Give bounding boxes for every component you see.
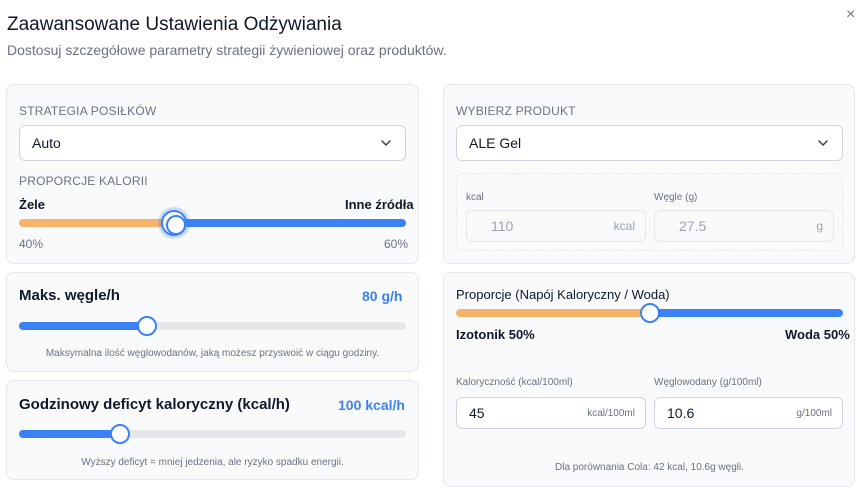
strategy-select[interactable]: Auto bbox=[19, 125, 406, 161]
close-icon[interactable]: × bbox=[846, 6, 855, 24]
max-carbs-label: Maks. węgle/h bbox=[19, 287, 120, 304]
product-carbs-label: Węgle (g) bbox=[654, 192, 698, 203]
calorie-density-unit: kcal/100ml bbox=[587, 407, 635, 419]
strategy-label: Strategia posiłków bbox=[19, 104, 157, 118]
product-carbs-value: 27.5 bbox=[679, 218, 707, 234]
calorie-density-input[interactable]: 45 kcal/100ml bbox=[456, 397, 646, 429]
deficit-value: 100 kcal/h bbox=[338, 397, 405, 413]
product-kcal-value: 110 bbox=[491, 218, 514, 234]
product-kcal-label: kcal bbox=[466, 192, 484, 203]
drink-proportions-label: Proporcje (Napój Kaloryczny / Woda) bbox=[456, 287, 670, 302]
drink-slider-thumb[interactable] bbox=[640, 303, 660, 323]
deficit-label: Godzinowy deficyt kaloryczny (kcal/h) bbox=[19, 396, 290, 413]
product-select[interactable]: ALE Gel bbox=[456, 125, 843, 161]
carb-density-unit: g/100ml bbox=[796, 407, 832, 419]
carb-density-value: 10.6 bbox=[667, 405, 695, 421]
gels-label: Żele bbox=[19, 197, 46, 212]
max-carbs-slider-fill bbox=[19, 322, 147, 330]
chevron-down-icon bbox=[818, 140, 828, 146]
product-kcal-input: 110 kcal bbox=[466, 210, 646, 242]
chevron-down-icon bbox=[381, 140, 391, 146]
cola-comparison-caption: Dla porównania Cola: 42 kcal, 10.6g węgl… bbox=[555, 462, 744, 473]
max-carbs-caption: Maksymalna ilość węglowodanów, jaką może… bbox=[45, 348, 380, 359]
other-sources-percent: 60% bbox=[384, 237, 409, 251]
drink-slider-track-water bbox=[650, 309, 843, 317]
carb-density-label: Węglowodany (g/100ml) bbox=[654, 377, 762, 388]
max-carbs-slider-thumb[interactable] bbox=[137, 316, 157, 336]
calorie-proportions-label: Proporcje kalorii bbox=[19, 174, 148, 188]
product-kcal-unit: kcal bbox=[613, 219, 635, 233]
other-sources-label: Inne źródła bbox=[345, 197, 414, 212]
drink-slider-track-isotonic bbox=[456, 309, 650, 317]
deficit-slider-thumb[interactable] bbox=[110, 424, 130, 444]
page-subtitle: Dostosuj szczegółowe parametry strategii… bbox=[7, 42, 447, 58]
product-select-value: ALE Gel bbox=[469, 135, 522, 151]
page-title: Zaawansowane Ustawienia Odżywiania bbox=[7, 14, 342, 35]
deficit-slider-fill bbox=[19, 430, 120, 438]
product-label: Wybierz produkt bbox=[456, 104, 576, 118]
deficit-caption: Wyższy deficyt = mniej jedzenia, ale ryz… bbox=[81, 457, 344, 468]
max-carbs-value: 80 g/h bbox=[362, 288, 403, 304]
carb-density-input[interactable]: 10.6 g/100ml bbox=[654, 397, 843, 429]
water-label: Woda 50% bbox=[785, 327, 850, 342]
calorie-density-value: 45 bbox=[469, 405, 485, 421]
strategy-select-value: Auto bbox=[32, 135, 61, 151]
calorie-density-label: Kaloryczność (kcal/100ml) bbox=[456, 377, 573, 388]
calorie-slider-track-gels bbox=[19, 219, 174, 227]
calorie-slider-thumb[interactable] bbox=[161, 210, 187, 236]
product-carbs-input: 27.5 g bbox=[654, 210, 834, 242]
gels-percent: 40% bbox=[19, 237, 44, 251]
isotonic-label: Izotonik 50% bbox=[456, 327, 535, 342]
product-carbs-unit: g bbox=[816, 219, 823, 233]
calorie-slider-track-other bbox=[174, 219, 406, 227]
